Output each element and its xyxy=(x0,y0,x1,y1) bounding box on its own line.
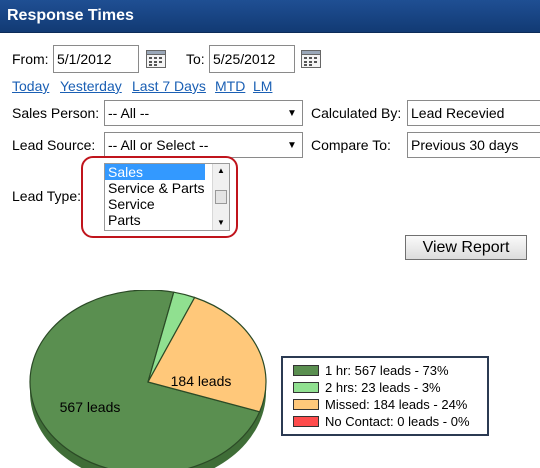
chevron-down-icon: ▼ xyxy=(287,139,297,151)
lead-source-select[interactable]: -- All or Select -- ▼ xyxy=(104,132,303,158)
chart-legend: 1 hr: 567 leads - 73% 2 hrs: 23 leads - … xyxy=(281,356,489,436)
to-date-input[interactable]: 5/25/2012 xyxy=(209,45,295,73)
panel-title: Response Times xyxy=(7,7,134,24)
compare-to-value: Previous 30 days xyxy=(411,137,519,153)
legend-item: No Contact: 0 leads - 0% xyxy=(293,413,487,430)
legend-swatch-no-contact xyxy=(293,416,319,427)
pie-label-567-leads: 567 leads xyxy=(60,399,121,415)
legend-swatch-missed xyxy=(293,399,319,410)
quick-range-lm[interactable]: LM xyxy=(253,78,272,94)
lead-type-label: Lead Type: xyxy=(12,188,82,204)
legend-label-2-hrs: 2 hrs: 23 leads - 3% xyxy=(325,380,441,395)
legend-item: 1 hr: 567 leads - 73% xyxy=(293,362,487,379)
quick-range-yesterday[interactable]: Yesterday xyxy=(60,78,122,94)
legend-label-missed: Missed: 184 leads - 24% xyxy=(325,397,468,412)
panel-title-bar: Response Times xyxy=(0,0,540,33)
sales-person-label: Sales Person: xyxy=(12,105,100,121)
from-date-input[interactable]: 5/1/2012 xyxy=(53,45,139,73)
pie-label-184-leads: 184 leads xyxy=(171,373,232,389)
calculated-by-value: Lead Recevied xyxy=(411,105,505,121)
quick-range-today[interactable]: Today xyxy=(12,78,49,94)
legend-item: Missed: 184 leads - 24% xyxy=(293,396,487,413)
calculated-by-select[interactable]: Lead Recevied xyxy=(407,100,540,126)
calculated-by-label: Calculated By: xyxy=(311,105,402,121)
quick-range-last-7-days[interactable]: Last 7 Days xyxy=(132,78,206,94)
from-label: From: xyxy=(12,51,49,67)
sales-person-select[interactable]: -- All -- ▼ xyxy=(104,100,303,126)
quick-range-mtd[interactable]: MTD xyxy=(215,78,245,94)
lead-response-pie-chart: 567 leads 184 leads xyxy=(29,290,267,468)
legend-label-1-hr: 1 hr: 567 leads - 73% xyxy=(325,363,449,378)
view-report-button[interactable]: View Report xyxy=(405,235,527,260)
compare-to-select[interactable]: Previous 30 days xyxy=(407,132,540,158)
lead-source-value: -- All or Select -- xyxy=(108,137,209,153)
annotation-highlight-circle xyxy=(81,156,238,238)
to-label: To: xyxy=(186,51,205,67)
lead-source-label: Lead Source: xyxy=(12,137,96,153)
legend-swatch-1-hr xyxy=(293,365,319,376)
legend-swatch-2-hrs xyxy=(293,382,319,393)
calendar-icon[interactable] xyxy=(301,50,321,68)
legend-item: 2 hrs: 23 leads - 3% xyxy=(293,379,487,396)
calendar-icon[interactable] xyxy=(146,50,166,68)
chevron-down-icon: ▼ xyxy=(287,107,297,119)
sales-person-value: -- All -- xyxy=(108,105,150,121)
legend-label-no-contact: No Contact: 0 leads - 0% xyxy=(325,414,470,429)
compare-to-label: Compare To: xyxy=(311,137,391,153)
